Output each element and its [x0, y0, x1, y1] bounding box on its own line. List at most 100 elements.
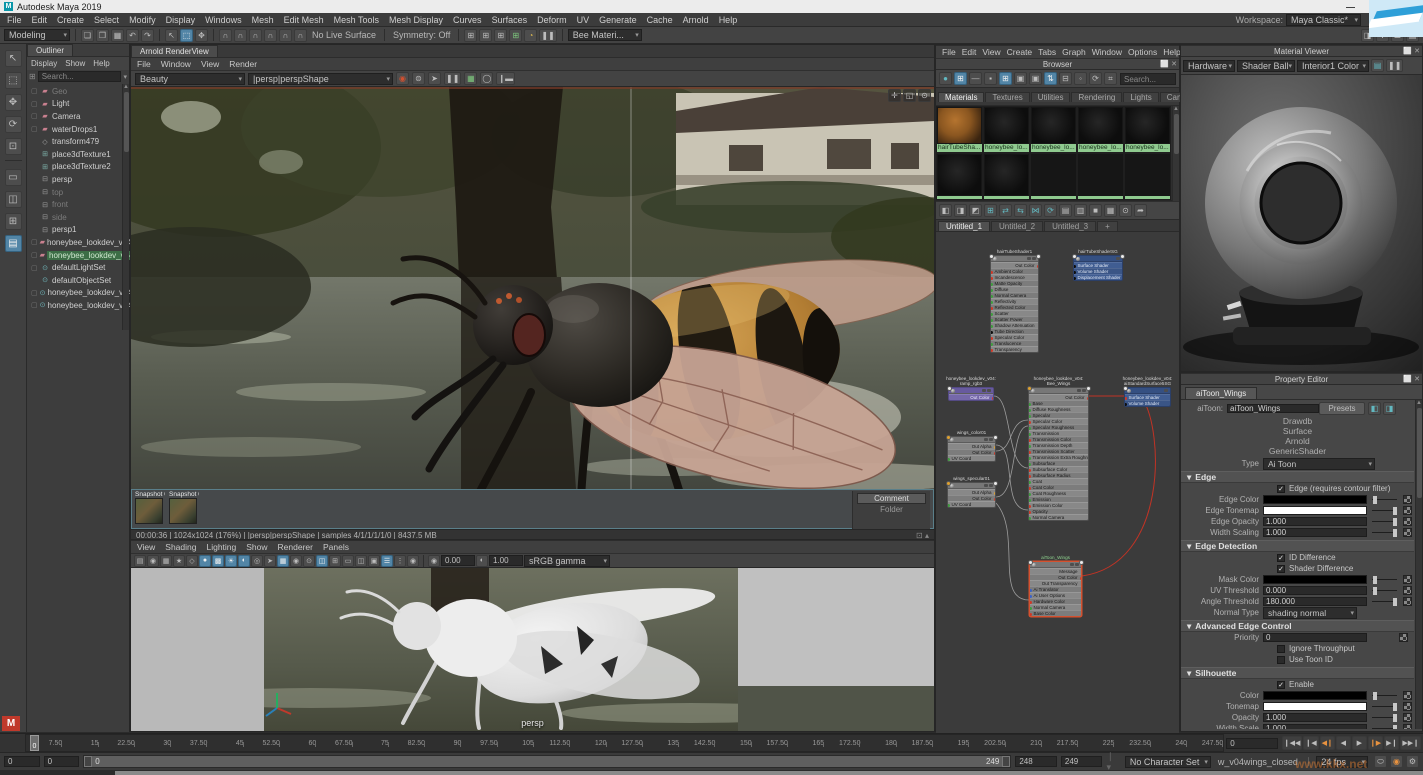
- node-attribute-row[interactable]: Base Color: [1030, 610, 1081, 616]
- snap-to-point-icon[interactable]: ∩: [249, 28, 262, 42]
- attribute-slider[interactable]: [1372, 597, 1397, 606]
- select-camera-icon[interactable]: ▤: [134, 554, 146, 567]
- checkbox-row[interactable]: Ignore Throughput: [1181, 643, 1414, 654]
- checkbox[interactable]: ✓: [1277, 553, 1285, 562]
- depth-of-field-icon[interactable]: ◉: [290, 554, 302, 567]
- two-pane-layout-icon[interactable]: ◫: [4, 191, 22, 208]
- connected-display-mode-icon[interactable]: ▥: [1074, 204, 1087, 217]
- filter-swatches-icon[interactable]: ⊟: [1059, 72, 1072, 85]
- menu-item[interactable]: Display: [161, 15, 201, 25]
- outliner-item[interactable]: top: [27, 186, 129, 199]
- range-end-handle[interactable]: [1002, 756, 1011, 767]
- node-hairtubeshadersg[interactable]: hairTubeShaderSG Surface Shader Volume S…: [1071, 249, 1125, 281]
- animation-start-field[interactable]: 0: [4, 756, 40, 767]
- step-forward-frame-button[interactable]: ▶❙: [1384, 736, 1400, 750]
- select-tool-icon[interactable]: ↖: [4, 50, 22, 67]
- custom-display-mode-icon[interactable]: ▦: [1104, 204, 1117, 217]
- attribute-value-field[interactable]: [1263, 691, 1367, 700]
- menu-item[interactable]: Edit Mesh: [279, 15, 329, 25]
- hypershade-tab[interactable]: Rendering: [1071, 92, 1123, 102]
- pan-view-icon[interactable]: ✛: [888, 89, 901, 102]
- node-ramp-rgb[interactable]: honeybee_lookdev_v04: ramp_rgb3 Out Color: [946, 376, 996, 401]
- close-panel-icon[interactable]: ✕: [1414, 375, 1420, 383]
- node-editor-tab[interactable]: Untitled_2: [991, 221, 1044, 231]
- node-editor-tab[interactable]: Untitled_3: [1044, 221, 1097, 231]
- render-setup-icon[interactable]: ⊞: [509, 28, 523, 42]
- float-panel-icon[interactable]: ⬜: [1403, 375, 1412, 383]
- node-output-port[interactable]: [992, 435, 998, 440]
- comment-button[interactable]: Comment: [857, 493, 926, 504]
- material-swatch[interactable]: [936, 153, 983, 200]
- play-backwards-button[interactable]: ◀: [1335, 736, 1351, 750]
- checkbox[interactable]: [1277, 655, 1285, 664]
- map-texture-button[interactable]: [1403, 597, 1412, 606]
- object-details-icon[interactable]: ⋮: [394, 554, 406, 567]
- menu-item[interactable]: Mesh Display: [384, 15, 448, 25]
- attribute-value-field[interactable]: 1.000: [1263, 713, 1367, 722]
- collapse-panels-icon[interactable]: —: [969, 72, 982, 85]
- visibility-checkbox[interactable]: ▢: [31, 238, 38, 246]
- viewer-environment-dropdown[interactable]: Interior1 Color: [1297, 59, 1369, 72]
- material-quick-dropdown[interactable]: Bee Materi...: [567, 29, 642, 41]
- node-aistandardsurface5sg[interactable]: honeybee_lookdev_v04: aiStandardSurface5S…: [1122, 376, 1172, 407]
- node-input-port[interactable]: [946, 386, 952, 391]
- visibility-checkbox[interactable]: ▢: [31, 100, 38, 108]
- edge-section-header[interactable]: ▾ Edge: [1181, 471, 1414, 483]
- node-input-port[interactable]: [1026, 386, 1032, 391]
- attribute-slider[interactable]: [1372, 495, 1397, 504]
- outliner-search-input[interactable]: Search...: [37, 71, 122, 82]
- priority-field[interactable]: 0: [1263, 633, 1367, 642]
- outliner-item[interactable]: ▢ Camera: [27, 110, 129, 123]
- anim-layer-icon[interactable]: ⬭: [1373, 755, 1387, 768]
- arnold-menu-item[interactable]: Render: [229, 59, 257, 69]
- attribute-value-field[interactable]: 1.000: [1263, 517, 1367, 526]
- node-input-port[interactable]: [945, 435, 951, 440]
- four-pane-layout-icon[interactable]: ⊞: [4, 213, 22, 230]
- menu-item[interactable]: Cache: [642, 15, 678, 25]
- menu-item[interactable]: Mesh Tools: [329, 15, 384, 25]
- search-nodes-icon[interactable]: ⊙: [1119, 204, 1132, 217]
- material-swatch[interactable]: [1077, 153, 1124, 200]
- menu-item[interactable]: Curves: [448, 15, 487, 25]
- time-slider-track[interactable]: 0 7.50 15 22.50 30 37.50 45 52.50 60 67.50 75 82.5…: [25, 734, 1225, 752]
- rearrange-graph-icon[interactable]: ⋈: [1029, 204, 1042, 217]
- attribute-value-field[interactable]: 180.000: [1263, 597, 1367, 606]
- node-wings-specular[interactable]: wings_specular01 Out Alpha Out Color UV …: [945, 476, 998, 508]
- gate-mask-icon[interactable]: ▣: [368, 554, 380, 567]
- hypershade-menu-item[interactable]: Tabs: [1038, 47, 1056, 57]
- float-panel-icon[interactable]: ⬜: [1160, 60, 1169, 68]
- hypershade-tab[interactable]: Utilities: [1030, 92, 1071, 102]
- medium-swatches-icon[interactable]: ⊞: [999, 72, 1012, 85]
- save-scene-icon[interactable]: ▦: [111, 28, 124, 42]
- map-texture-button[interactable]: [1403, 575, 1412, 584]
- step-back-key-button[interactable]: ◀❙: [1319, 736, 1335, 750]
- input-output-connections-icon[interactable]: ◨: [954, 204, 967, 217]
- snap-to-projected-center-icon[interactable]: ∩: [264, 28, 277, 42]
- menu-item[interactable]: Modify: [124, 15, 161, 25]
- type-dropdown[interactable]: Ai Toon: [1263, 457, 1375, 470]
- outliner-item[interactable]: ▢ honeybee_lookdev_v04s: [27, 299, 136, 312]
- node-output-port[interactable]: [1085, 386, 1091, 391]
- input-connections-icon[interactable]: ◧: [939, 204, 952, 217]
- hypershade-menu-item[interactable]: View: [982, 47, 1000, 57]
- visibility-checkbox[interactable]: ▢: [31, 87, 38, 95]
- visibility-checkbox[interactable]: ▢: [31, 112, 38, 120]
- arnold-renderview-tab[interactable]: Arnold RenderView: [131, 45, 218, 57]
- hypershade-menu-item[interactable]: Edit: [962, 47, 977, 57]
- ab-compare-icon[interactable]: ❙▬: [496, 72, 516, 85]
- film-gate-icon[interactable]: ▭: [342, 554, 354, 567]
- full-display-mode-icon[interactable]: ■: [1089, 204, 1102, 217]
- hypershade-menu-item[interactable]: Create: [1007, 47, 1033, 57]
- node-attribute-row[interactable]: UV Coord: [948, 501, 995, 507]
- outliner-item[interactable]: place3dTexture2: [27, 161, 129, 174]
- hypershade-menu-item[interactable]: File: [942, 47, 956, 57]
- node-attribute-row[interactable]: Volume Shader: [1125, 400, 1170, 406]
- material-swatch[interactable]: [1030, 153, 1077, 200]
- new-tab-button[interactable]: +: [1097, 221, 1118, 231]
- node-attribute-row[interactable]: Out Color: [949, 394, 993, 400]
- playback-end-field[interactable]: 248: [1015, 756, 1057, 767]
- attribute-slider[interactable]: [1372, 506, 1397, 515]
- attribute-value-field[interactable]: 0.000: [1263, 586, 1367, 595]
- ambient-occlusion-icon[interactable]: ◎: [251, 554, 263, 567]
- regraph-icon[interactable]: ⟳: [1044, 204, 1057, 217]
